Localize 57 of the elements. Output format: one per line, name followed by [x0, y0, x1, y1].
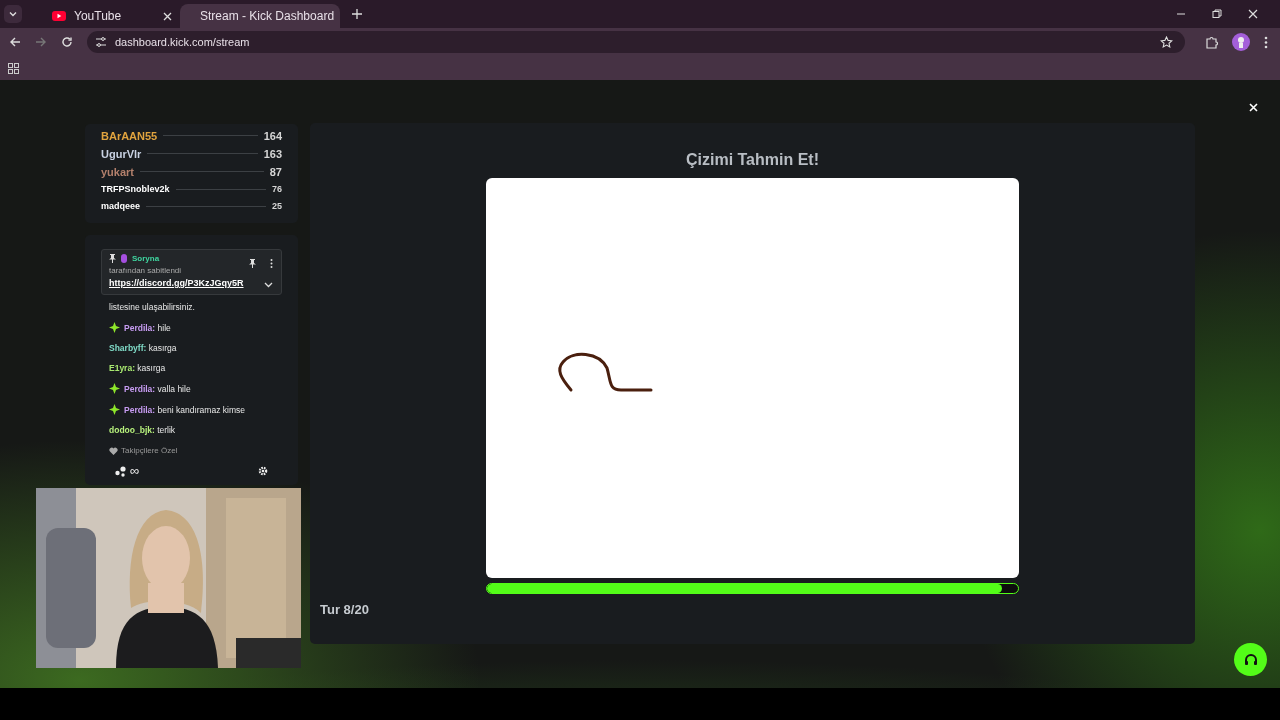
new-tab-icon[interactable]: [352, 9, 362, 19]
player-name: yukart: [101, 165, 135, 178]
player-name: UgurVlr: [101, 147, 142, 160]
back-icon[interactable]: [9, 36, 21, 48]
close-icon[interactable]: [163, 11, 172, 21]
close-icon[interactable]: [1248, 9, 1258, 19]
menu-icon[interactable]: [1264, 35, 1268, 49]
player-score: 163: [263, 147, 282, 160]
heart-icon: [109, 446, 118, 455]
chat-message: Sharbyff: kasırga: [109, 343, 177, 353]
emote-dots-icon[interactable]: [115, 465, 127, 477]
player-score: 76: [272, 184, 282, 194]
tab-search-button[interactable]: [4, 5, 22, 23]
more-icon[interactable]: [270, 259, 273, 268]
site-settings-icon[interactable]: [95, 36, 107, 48]
address-bar[interactable]: dashboard.kick.com/stream: [87, 31, 1185, 53]
browser-tab[interactable]: YouTube: [30, 4, 180, 28]
round-counter: Tur 8/20: [320, 602, 369, 617]
game-title: Çizimi Tahmin Et!: [685, 151, 819, 169]
player-name: TRFPSnoblev2k: [101, 184, 170, 194]
chevron-down-icon[interactable]: [264, 282, 273, 288]
close-icon: [1248, 102, 1258, 112]
pin-icon: [109, 254, 116, 263]
player-score: 87: [269, 165, 282, 178]
chevron-down-icon: [8, 9, 18, 19]
puzzle-icon[interactable]: [1205, 35, 1218, 49]
chat-mode-label: Takipçilere Özel: [121, 446, 178, 455]
headset-icon: [1242, 651, 1259, 668]
chat-message: Perdila: valla hile: [124, 383, 191, 394]
star-icon[interactable]: [1160, 35, 1173, 49]
player-score: 164: [263, 129, 282, 142]
browser-tab[interactable]: Stream - Kick Dashboard: [180, 4, 340, 28]
sparkle-badge-icon: [109, 383, 120, 394]
settings-icon[interactable]: [258, 466, 268, 476]
forward-icon[interactable]: [35, 36, 47, 48]
chat-message: dodoo_bjk: terlik: [109, 425, 176, 435]
restore-icon[interactable]: [1212, 9, 1222, 19]
player-score: 25: [272, 201, 282, 211]
apps-icon[interactable]: [8, 62, 19, 74]
player-name: BArAAN55: [101, 129, 158, 142]
chat-message: E1yra: kasırga: [109, 363, 166, 373]
pin-icon[interactable]: [249, 259, 256, 268]
player-name: madqeee: [101, 201, 141, 211]
sparkle-badge-icon: [109, 322, 120, 333]
microphone-icon: [121, 254, 127, 263]
pinned-author: Soryna: [132, 254, 160, 263]
infinity-symbol: ∞: [130, 465, 140, 477]
chat-message: listesine ulaşabilirsiniz.: [109, 302, 196, 312]
discord-link[interactable]: https://discord.gg/P3KzJGqy5R: [109, 278, 243, 288]
reload-icon[interactable]: [61, 36, 73, 48]
chat-message: Perdila: beni kandıramaz kimse: [124, 404, 245, 415]
pinned-by-label: tarafından sabitlendi: [109, 266, 183, 275]
close-button[interactable]: [1248, 102, 1258, 112]
play-logo-icon: [52, 11, 66, 21]
sparkle-badge-icon: [109, 404, 120, 415]
chat-message: Perdila: hile: [124, 322, 171, 333]
profile-avatar-icon[interactable]: [1232, 33, 1250, 51]
